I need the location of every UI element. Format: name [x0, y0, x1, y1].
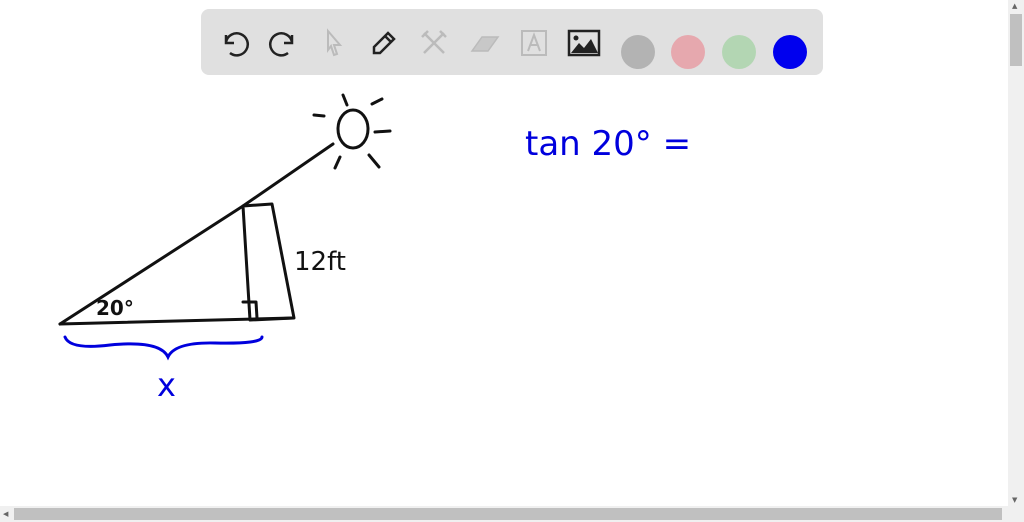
- pen-icon[interactable]: [367, 26, 401, 60]
- angle-label: 20°: [96, 296, 134, 320]
- text-icon[interactable]: [517, 26, 551, 60]
- base-label: x: [157, 366, 176, 404]
- toolbar: [201, 9, 823, 75]
- select-icon[interactable]: [317, 26, 351, 60]
- color-green[interactable]: [722, 35, 756, 69]
- eraser-icon[interactable]: [467, 26, 501, 60]
- sun-rays: [312, 93, 392, 170]
- redo-icon[interactable]: [267, 26, 301, 60]
- scroll-up-arrow[interactable]: ▲: [1012, 2, 1017, 10]
- equation-text: tan 20° =: [525, 124, 691, 164]
- tools-icon[interactable]: [417, 26, 451, 60]
- vertical-scrollbar[interactable]: ▲ ▼: [1008, 0, 1024, 506]
- scroll-down-arrow[interactable]: ▼: [1012, 496, 1017, 504]
- drawing-layer: 20° 12ft x tan 20° =: [58, 93, 691, 404]
- color-blue[interactable]: [773, 35, 807, 69]
- color-pink[interactable]: [671, 35, 705, 69]
- height-label: 12ft: [294, 247, 346, 277]
- horizontal-scroll-thumb[interactable]: [14, 508, 1002, 520]
- brace: [63, 335, 264, 361]
- sun-icon: [336, 108, 370, 150]
- scrollbar-corner: [1008, 506, 1024, 522]
- scroll-left-arrow[interactable]: ◀: [3, 510, 8, 518]
- whiteboard-canvas[interactable]: 20° 12ft x tan 20° =: [0, 0, 1008, 506]
- undo-icon[interactable]: [217, 26, 251, 60]
- color-gray[interactable]: [621, 35, 655, 69]
- horizontal-scrollbar[interactable]: ◀ ▶: [0, 506, 1008, 522]
- image-icon[interactable]: [567, 26, 601, 60]
- vertical-scroll-thumb[interactable]: [1010, 14, 1022, 66]
